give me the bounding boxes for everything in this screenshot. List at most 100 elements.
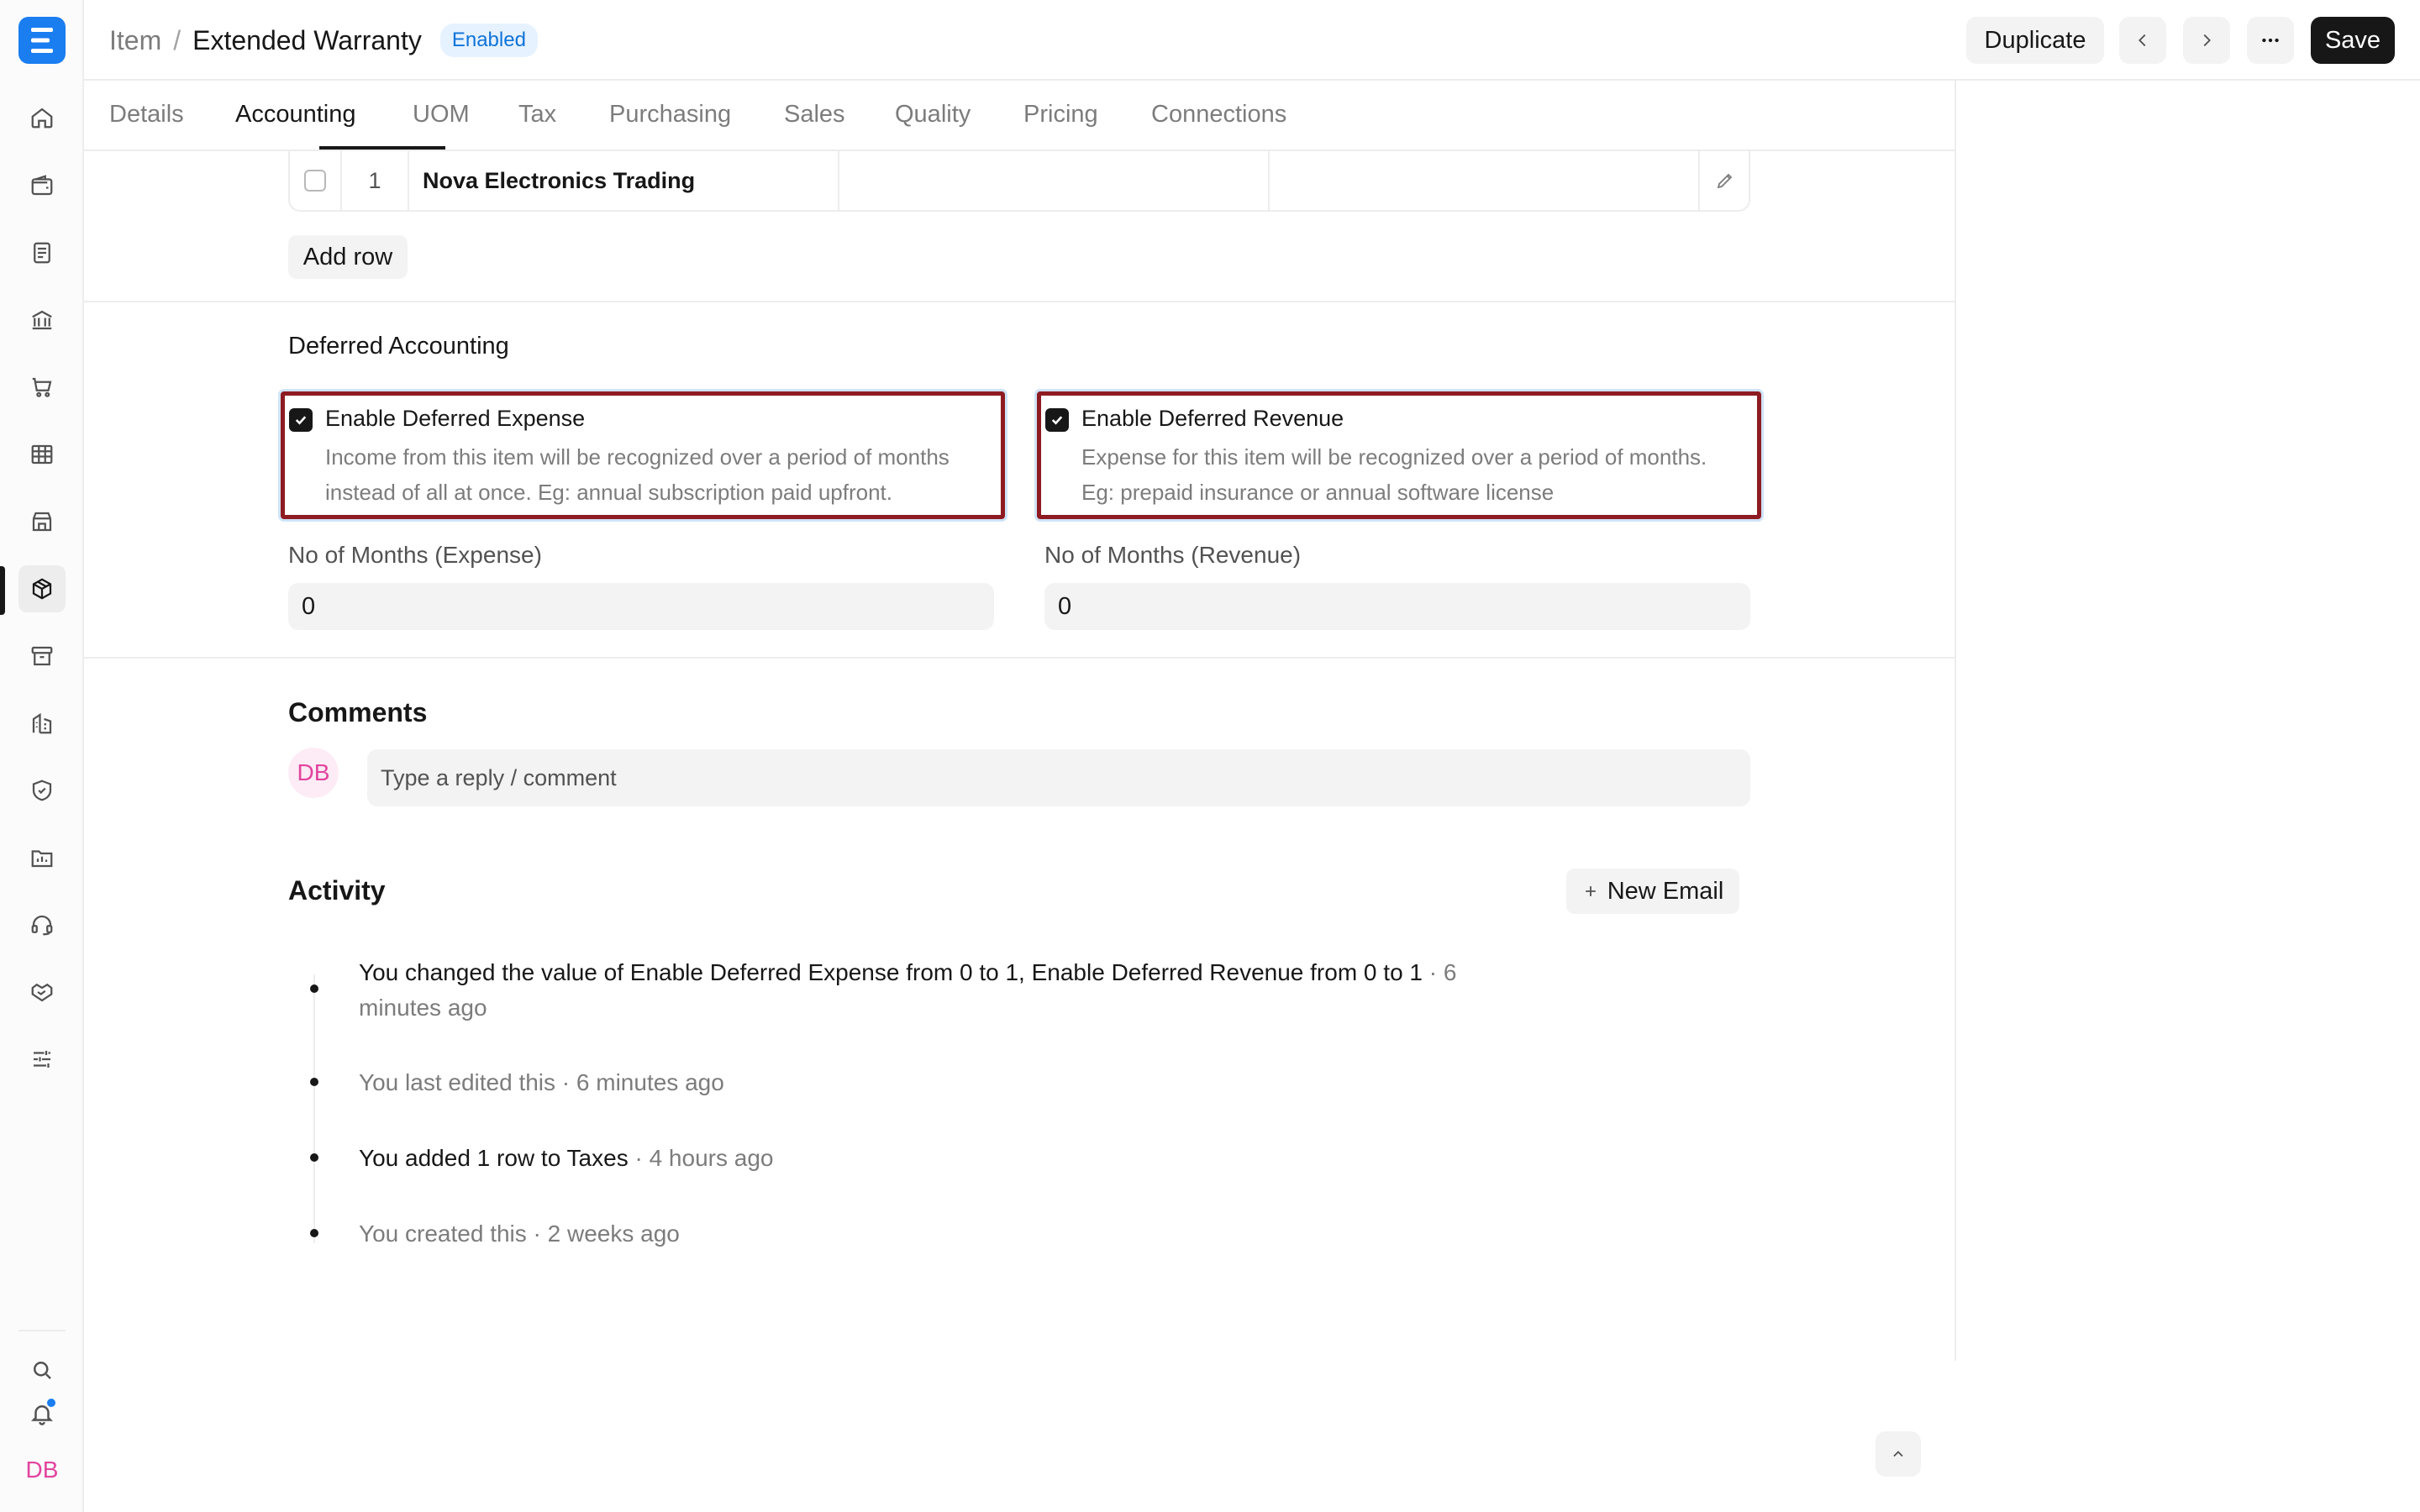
new-email-label: New Email (1607, 877, 1724, 905)
handshake-icon (31, 983, 53, 1002)
tab-tax[interactable]: Tax (518, 101, 556, 129)
tab-bar: Details Accounting UOM Tax Purchasing Sa… (84, 82, 1954, 151)
sidebar-notifications[interactable] (18, 1390, 66, 1437)
row-number: 1 (342, 151, 409, 210)
chevron-right-icon (2203, 34, 2211, 47)
sidebar-support[interactable] (18, 901, 66, 948)
activity-item: You added 1 row to Taxes · 4 hours ago (359, 1141, 773, 1176)
archive-icon (31, 646, 53, 666)
activity-text: You created this · 2 weeks ago (359, 1221, 680, 1247)
sidebar-crm[interactable] (18, 969, 66, 1016)
timeline-dot (310, 984, 318, 993)
active-indicator (0, 566, 5, 615)
deferred-revenue-description: Eg: prepaid insurance or annual software… (1081, 480, 1555, 505)
activity-item: You changed the value of Enable Deferred… (359, 955, 1456, 1026)
comment-avatar: DB (288, 748, 339, 798)
sidebar-projects[interactable] (18, 834, 66, 881)
activity-time: · 6 (1423, 959, 1457, 985)
new-email-button[interactable]: New Email (1566, 869, 1739, 914)
more-actions-button[interactable] (2247, 17, 2294, 64)
save-button[interactable]: Save (2311, 17, 2395, 64)
wallet-icon (31, 175, 53, 196)
page-title: Extended Warranty (192, 24, 422, 55)
cart-icon (32, 377, 52, 397)
sidebar-assets[interactable] (18, 700, 66, 747)
activity-text: You changed the value of Enable Deferred… (359, 959, 1423, 985)
deferred-expense-description: instead of all at once. Eg: annual subsc… (325, 480, 892, 505)
sidebar-accounting[interactable] (18, 162, 66, 209)
home-icon (31, 108, 53, 129)
search-icon (34, 1362, 51, 1379)
sidebar-search[interactable] (18, 1347, 66, 1394)
page-header: Item / Extended Warranty Enabled Duplica… (84, 0, 2420, 81)
sidebar: DB (0, 0, 84, 1512)
sidebar-settings[interactable] (18, 1036, 66, 1083)
row-select-cell (290, 151, 342, 210)
enable-deferred-revenue-checkbox[interactable] (1045, 408, 1069, 432)
app-logo-icon (31, 28, 53, 53)
activity-timeline (313, 974, 315, 1243)
store-icon (32, 512, 52, 532)
months-expense-label: No of Months (Expense) (288, 542, 542, 568)
row-name-cell[interactable]: Nova Electronics Trading (409, 151, 839, 210)
plus-icon (1585, 886, 1596, 896)
sidebar-stock[interactable] (18, 565, 66, 612)
tab-accounting[interactable]: Accounting (235, 101, 356, 129)
chevron-up-icon (1893, 1451, 1903, 1457)
sidebar-quality[interactable] (18, 767, 66, 814)
activity-text: You last edited this · 6 minutes ago (359, 1069, 724, 1095)
tab-uom[interactable]: UOM (413, 101, 470, 129)
side-panel-divider (1954, 81, 1956, 1361)
timeline-dot (310, 1153, 318, 1162)
sliders-icon (34, 1051, 50, 1068)
row-checkbox[interactable] (304, 170, 326, 192)
enable-deferred-expense-label[interactable]: Enable Deferred Expense (325, 406, 585, 432)
previous-button[interactable] (2119, 17, 2166, 64)
folder-chart-icon (31, 850, 53, 868)
enable-deferred-expense-checkbox[interactable] (289, 408, 313, 432)
row-empty-cell[interactable] (839, 151, 1270, 210)
row-empty-cell[interactable] (1270, 151, 1700, 210)
activity-title: Activity (288, 875, 386, 906)
sidebar-table[interactable] (18, 431, 66, 478)
sidebar-home[interactable] (18, 94, 66, 141)
duplicate-button[interactable]: Duplicate (1966, 17, 2104, 64)
timeline-dot (310, 1229, 318, 1237)
scroll-to-top-button[interactable] (1876, 1431, 1921, 1477)
comment-input[interactable]: Type a reply / comment (367, 749, 1750, 806)
tab-purchasing[interactable]: Purchasing (609, 101, 731, 129)
sidebar-buying[interactable] (18, 364, 66, 411)
sidebar-bank[interactable] (18, 297, 66, 344)
app-logo[interactable] (18, 17, 66, 64)
timeline-dot (310, 1078, 318, 1086)
tab-pricing[interactable]: Pricing (1023, 101, 1098, 129)
check-icon (1051, 416, 1063, 425)
check-icon (295, 416, 307, 425)
months-revenue-input[interactable]: 0 (1044, 583, 1750, 630)
enable-deferred-revenue-label[interactable]: Enable Deferred Revenue (1081, 406, 1344, 432)
row-edit-button[interactable] (1700, 151, 1750, 210)
tab-sales[interactable]: Sales (784, 101, 845, 129)
tab-quality[interactable]: Quality (895, 101, 971, 129)
notification-dot (45, 1397, 57, 1409)
section-divider (84, 301, 1954, 302)
tab-details[interactable]: Details (109, 101, 184, 129)
activity-time: minutes ago (359, 995, 487, 1021)
sidebar-archive[interactable] (18, 633, 66, 680)
add-row-button[interactable]: Add row (288, 235, 408, 279)
active-tab-underline (319, 146, 445, 150)
pencil-icon (1717, 173, 1733, 189)
sidebar-selling[interactable] (18, 498, 66, 545)
building-icon (32, 712, 52, 734)
sidebar-divider (18, 1330, 66, 1331)
sidebar-documents[interactable] (18, 229, 66, 276)
activity-item: You created this · 2 weeks ago (359, 1216, 680, 1252)
activity-text: You added 1 row to Taxes (359, 1145, 629, 1171)
months-expense-input[interactable]: 0 (288, 583, 994, 630)
tab-connections[interactable]: Connections (1151, 101, 1286, 129)
user-avatar[interactable]: DB (18, 1446, 66, 1494)
shield-icon (32, 780, 52, 801)
section-divider (84, 657, 1954, 659)
breadcrumb-item[interactable]: Item (109, 25, 161, 56)
next-button[interactable] (2183, 17, 2230, 64)
